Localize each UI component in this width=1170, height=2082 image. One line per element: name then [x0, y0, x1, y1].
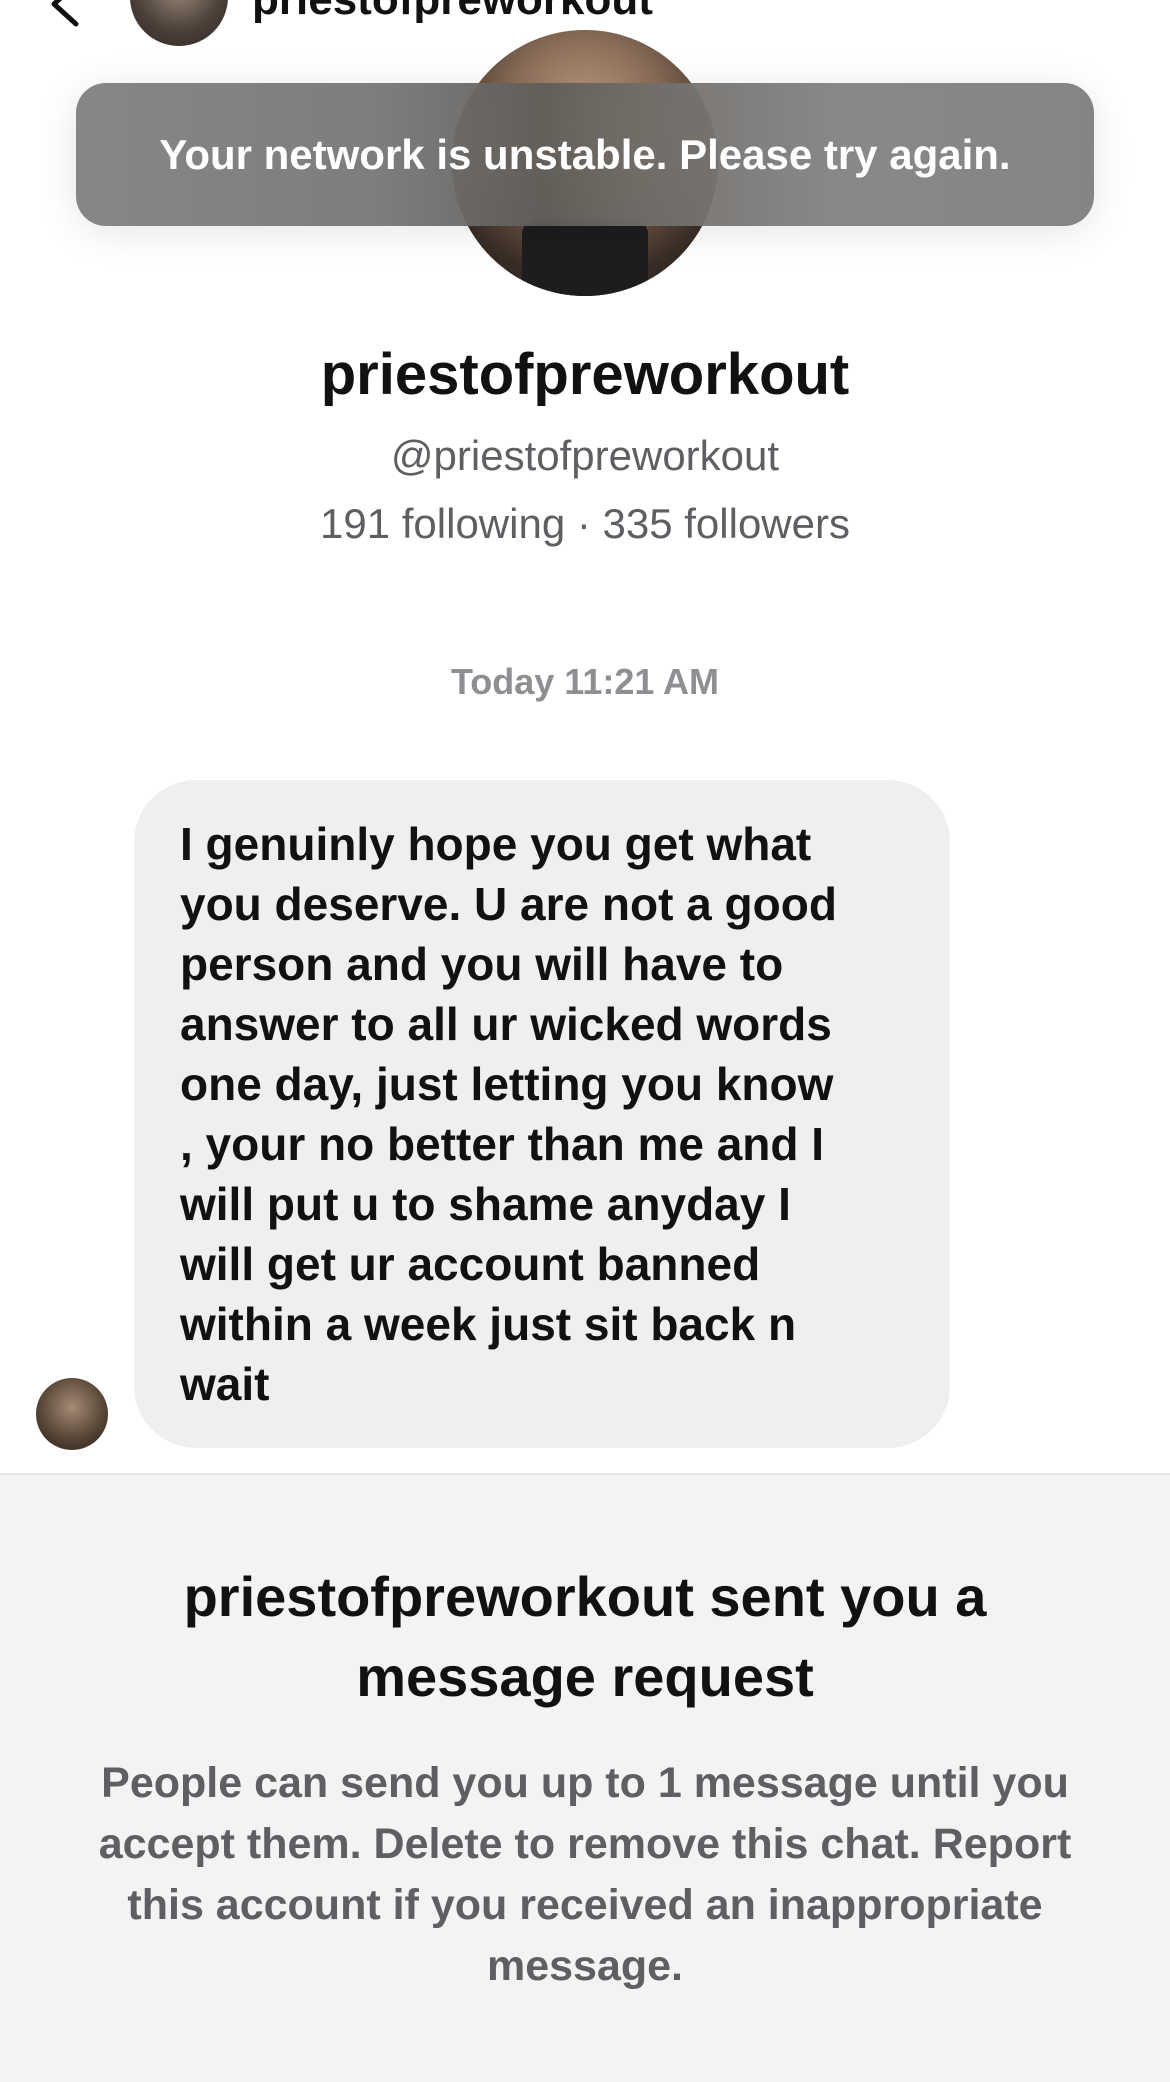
- message-timestamp: Today 11:21 AM: [450, 661, 720, 702]
- back-button[interactable]: [40, 0, 90, 30]
- profile-handle: @priestofpreworkout: [390, 432, 780, 479]
- more-dots-icon[interactable]: [1050, 0, 1120, 6]
- avatar-photo-detail: [522, 220, 648, 296]
- network-error-toast: Your network is unstable. Please try aga…: [76, 83, 1094, 226]
- nav-avatar[interactable]: [130, 0, 228, 46]
- message-text: I genuinly hope you get what you deserve…: [180, 818, 837, 1410]
- sender-avatar[interactable]: [36, 1378, 108, 1450]
- toast-message: Your network is unstable. Please try aga…: [159, 130, 1011, 178]
- nav-username[interactable]: priestofpreworkout: [252, 0, 653, 30]
- profile-display-name: priestofpreworkout: [320, 342, 850, 407]
- chevron-left-icon: [51, 0, 79, 27]
- message-request-panel: priestofpreworkout sent you a message re…: [0, 1473, 1170, 2082]
- request-description: People can send you up to 1 message unti…: [98, 1759, 1072, 1990]
- message-bubble[interactable]: I genuinly hope you get what you deserve…: [134, 780, 950, 1448]
- request-title: priestofpreworkout sent you a message re…: [183, 1565, 987, 1708]
- profile-stats: 191 following · 335 followers: [320, 500, 850, 547]
